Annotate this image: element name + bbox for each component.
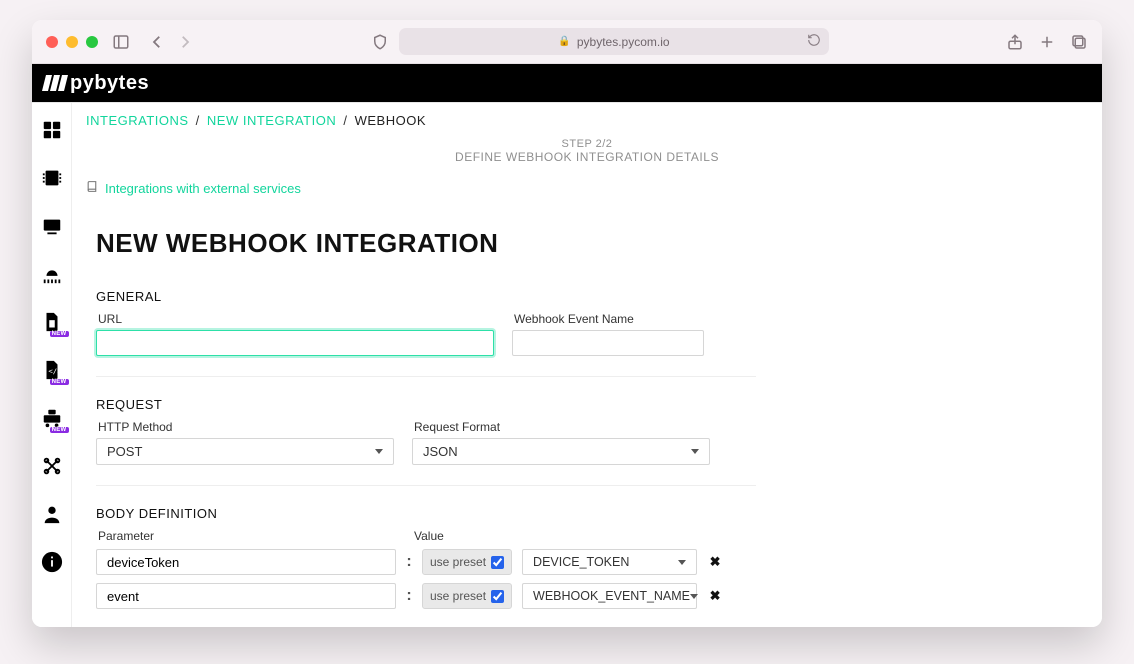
reload-icon[interactable] [807,33,821,50]
use-preset-checkbox[interactable] [491,590,504,603]
new-badge: NEW [50,379,69,385]
remove-row-button[interactable]: ✖ [707,554,723,570]
share-icon[interactable] [1006,33,1024,51]
logo-text: pybytes [70,72,149,95]
request-format-label: Request Format [414,420,710,434]
preset-value-select[interactable]: WEBHOOK_EVENT_NAME [522,583,697,609]
form-card: New Webhook Integration General URL Webh… [96,210,756,627]
body-param-input[interactable]: event [96,583,396,609]
book-icon [86,180,99,196]
url-input[interactable] [96,330,494,356]
sidebar-item-account[interactable] [41,503,63,525]
tabs-overview-icon[interactable] [1070,33,1088,51]
svg-text:</>: </> [48,367,62,376]
event-name-label: Webhook Event Name [514,312,704,326]
remove-row-button[interactable]: ✖ [707,588,723,604]
http-method-label: HTTP Method [98,420,394,434]
address-bar-text: pybytes.pycom.io [577,35,670,49]
new-badge: NEW [50,427,69,433]
chevron-down-icon [690,594,698,599]
sidebar-item-pymesh[interactable]: NEW [41,407,63,429]
event-name-input[interactable] [512,330,704,356]
sidebar-item-sim[interactable]: NEW [41,311,63,333]
column-value: Value [414,529,444,543]
request-format-value: JSON [423,444,458,459]
logo-mark-icon [44,75,66,91]
maximize-window-button[interactable] [86,36,98,48]
lock-icon: 🔒 [558,36,570,47]
minimize-window-button[interactable] [66,36,78,48]
section-heading-general: General [96,289,756,304]
sidebar-item-dashboard[interactable] [41,119,63,141]
sidebar: NEW </> NEW NEW [32,103,72,627]
chevron-down-icon [691,449,699,454]
breadcrumb-new-integration[interactable]: New Integration [207,113,336,128]
close-window-button[interactable] [46,36,58,48]
sidebar-item-networks[interactable] [41,263,63,285]
sidebar-item-info[interactable] [41,551,63,573]
section-heading-body: Body Definition [96,506,756,521]
breadcrumb: Integrations / New Integration / Webhook [72,103,1102,132]
window-controls [46,36,98,48]
new-badge: NEW [50,331,69,337]
logo[interactable]: pybytes [44,72,149,95]
use-preset-toggle[interactable]: use preset [422,583,512,609]
body-param-input[interactable]: deviceToken [96,549,396,575]
body-row: deviceToken : use preset DEVICE_TOKEN ✖ [96,549,756,575]
breadcrumb-current: Webhook [355,113,426,128]
chevron-down-icon [375,449,383,454]
sidebar-item-integrations[interactable] [41,455,63,477]
address-bar[interactable]: 🔒 pybytes.pycom.io [399,28,829,55]
nav-back-button[interactable] [148,33,166,51]
step-description: Define Webhook Integration Details [72,150,1102,164]
main-content: Integrations / New Integration / Webhook… [72,103,1102,627]
use-preset-toggle[interactable]: use preset [422,549,512,575]
url-label: URL [98,312,494,326]
new-tab-icon[interactable] [1038,33,1056,51]
section-general: General URL Webhook Event Name [96,281,756,377]
body-row: event : use preset WEBHOOK_EVENT_NAME ✖ [96,583,756,609]
browser-toolbar: 🔒 pybytes.pycom.io [32,20,1102,64]
step-indicator: Step 2/2 Define Webhook Integration Deta… [72,138,1102,164]
step-number: Step 2/2 [72,138,1102,150]
chevron-down-icon [678,560,686,565]
nav-forward-button[interactable] [176,33,194,51]
browser-window: 🔒 pybytes.pycom.io pybytes [32,20,1102,627]
http-method-select[interactable]: POST [96,438,394,465]
help-link-row: Integrations with external services [72,178,1102,206]
sidebar-item-signals[interactable] [41,215,63,237]
app-header: pybytes [32,64,1102,102]
section-body-definition: Body Definition Parameter Value deviceTo… [96,498,756,627]
section-request: Request HTTP Method POST Request Format [96,389,756,486]
column-parameter: Parameter [98,529,398,543]
preset-value-select[interactable]: DEVICE_TOKEN [522,549,697,575]
sidebar-toggle-icon[interactable] [112,33,130,51]
shield-icon[interactable] [371,33,389,51]
use-preset-checkbox[interactable] [491,556,504,569]
section-heading-request: Request [96,397,756,412]
sidebar-item-devices[interactable] [41,167,63,189]
help-link[interactable]: Integrations with external services [105,181,301,196]
http-method-value: POST [107,444,142,459]
request-format-select[interactable]: JSON [412,438,710,465]
page-title: New Webhook Integration [96,228,756,259]
sidebar-item-pymakr[interactable]: </> NEW [41,359,63,381]
breadcrumb-integrations[interactable]: Integrations [86,113,189,128]
